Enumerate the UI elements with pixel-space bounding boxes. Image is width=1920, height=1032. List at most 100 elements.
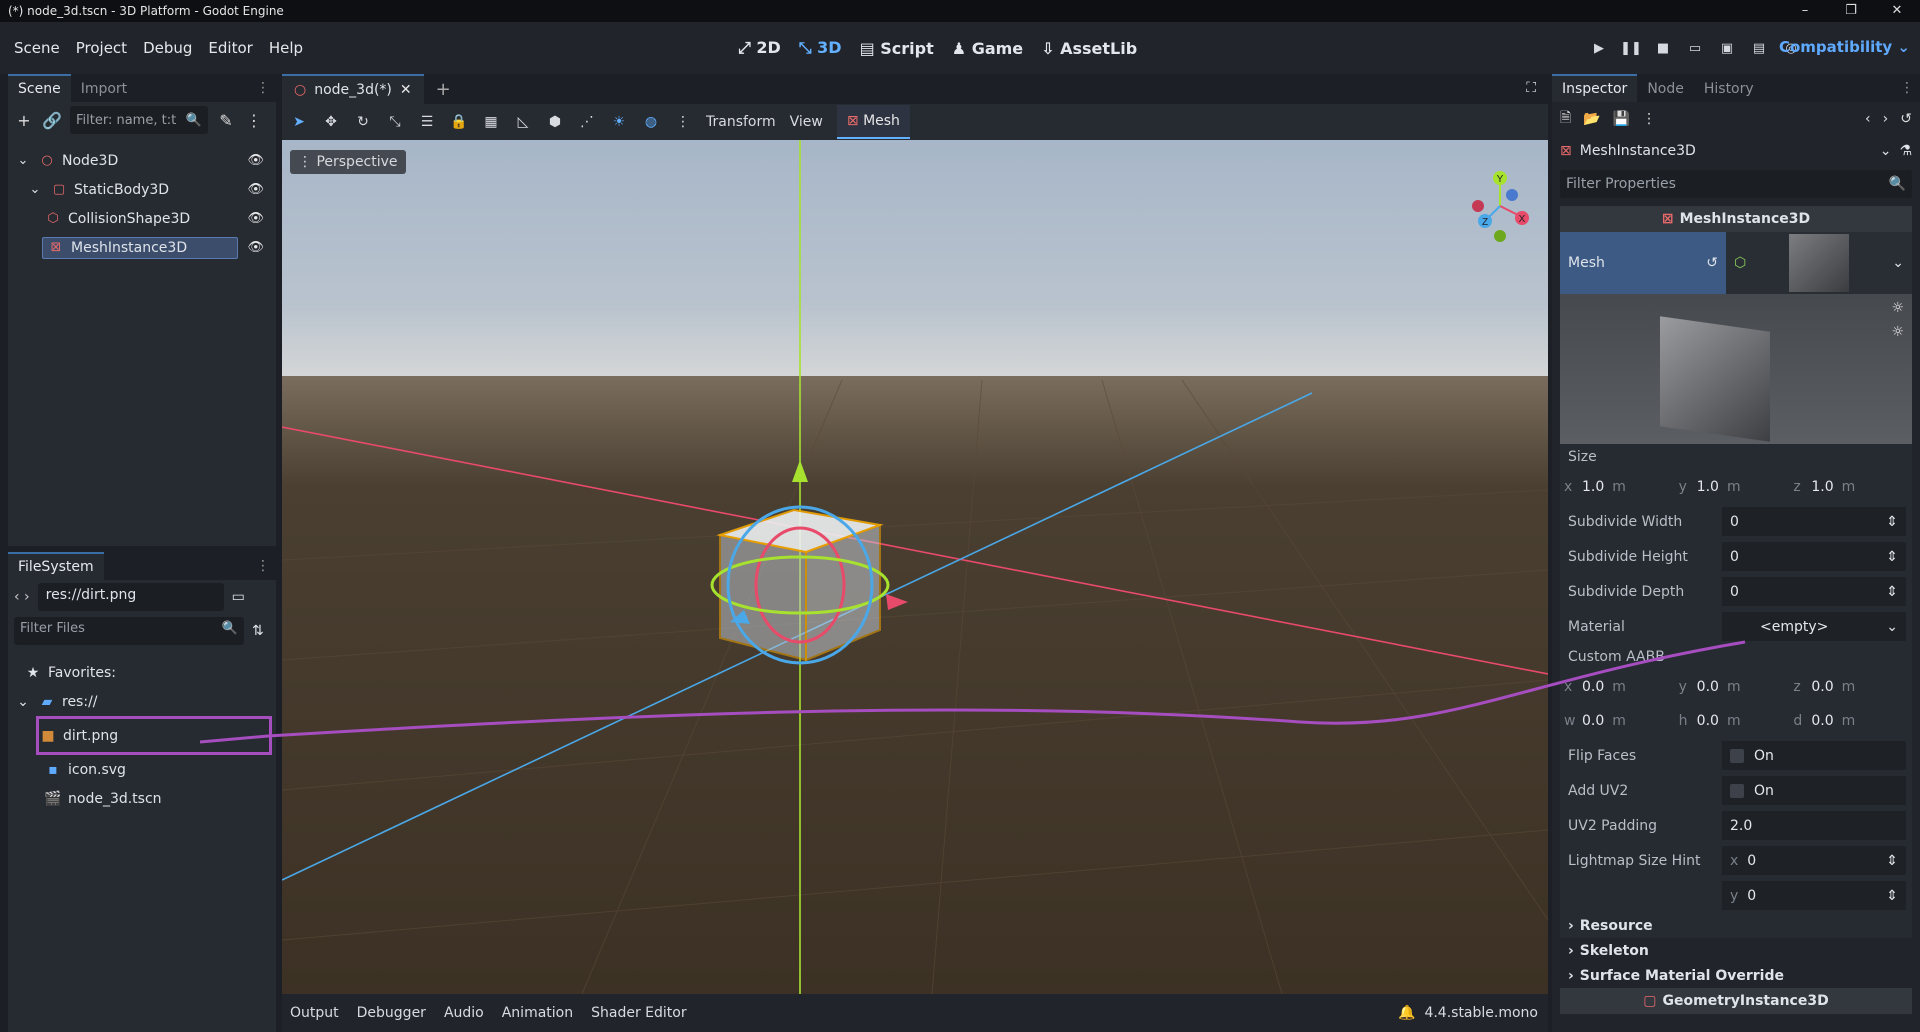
tab-import[interactable]: Import [71, 76, 137, 102]
play-scene-icon[interactable]: ▣ [1716, 41, 1738, 56]
tab-debugger[interactable]: Debugger [357, 1005, 426, 1021]
split-view-icon[interactable]: ▭ [232, 589, 245, 605]
aabb-x-field[interactable]: x 0.0 m [1564, 679, 1679, 695]
scene-dock-menu-icon[interactable]: ⋮ [256, 80, 270, 96]
tree-item-staticbody3d[interactable]: ⌄ ▢ StaticBody3D 👁 [8, 175, 276, 204]
aabb-z-field[interactable]: z 0.0 m [1793, 679, 1908, 695]
chevron-down-icon[interactable]: ⌄ [14, 153, 32, 168]
new-resource-icon[interactable]: 🗎 [1560, 107, 1571, 131]
aabb-y-field[interactable]: y 0.0 m [1679, 679, 1794, 695]
distraction-free-icon[interactable]: ⛶ [1526, 80, 1536, 96]
group-icon[interactable]: ▦ [482, 114, 500, 130]
selected-cube[interactable] [716, 508, 884, 662]
favorites-item[interactable]: ★ Favorites: [8, 658, 276, 687]
tab-inspector[interactable]: Inspector [1552, 74, 1638, 102]
scale-tool-icon[interactable]: ⤡ [386, 114, 404, 130]
lock-icon[interactable]: 🔒 [450, 114, 468, 130]
save-icon[interactable]: 💾 [1613, 111, 1630, 127]
nav-back-forward-icon[interactable]: ‹ › [14, 589, 30, 605]
lightmap-x-spinbox[interactable]: x 0 ⇕ [1722, 846, 1906, 875]
sun-preview-icon[interactable]: ☀ [610, 114, 628, 130]
history-forward-icon[interactable]: › [1883, 111, 1889, 127]
pause-icon[interactable]: ❚❚ [1620, 41, 1642, 56]
scene-filter-input[interactable]: Filter: name, t:t 🔍 [70, 106, 208, 134]
perspective-menu[interactable]: ⋮ Perspective [290, 150, 406, 174]
visibility-eye-icon[interactable]: 👁 [247, 240, 264, 255]
size-x-field[interactable]: x 1.0 m [1564, 479, 1679, 495]
tab-scene[interactable]: Scene [8, 74, 71, 102]
close-window-button[interactable]: ✕ [1874, 0, 1920, 22]
new-scene-tab-icon[interactable]: + [424, 79, 463, 100]
toolbar-more-icon[interactable]: ⋮ [674, 114, 692, 130]
geometryinstance3d-section-header[interactable]: ▢ GeometryInstance3D [1560, 988, 1912, 1014]
doc-help-icon[interactable]: ⚗ [1899, 143, 1912, 159]
visibility-eye-icon[interactable]: 👁 [247, 211, 264, 226]
file-item-dirt-png[interactable]: ■ dirt.png [36, 716, 272, 755]
maximize-button[interactable]: ❐ [1828, 0, 1874, 22]
size-z-field[interactable]: z 1.0 m [1793, 479, 1908, 495]
revert-icon[interactable]: ↺ [1706, 255, 1718, 271]
aabb-w-field[interactable]: w 0.0 m [1564, 713, 1679, 729]
environment-preview-icon[interactable]: ◍ [642, 114, 660, 130]
aabb-h-field[interactable]: h 0.0 m [1679, 713, 1794, 729]
list-select-icon[interactable]: ☰ [418, 114, 436, 130]
play-custom-scene-icon[interactable]: ▤ [1748, 41, 1770, 56]
skeleton-section[interactable]: › Skeleton [1560, 938, 1912, 963]
material-picker[interactable]: <empty> ⌄ [1722, 612, 1906, 641]
light-1-icon[interactable]: ☼ [1891, 300, 1904, 316]
inspector-menu-icon[interactable]: ⋮ [1900, 80, 1914, 96]
object-history-icon[interactable]: ↺ [1900, 111, 1912, 127]
snap-icon[interactable]: ⋰ [578, 114, 596, 130]
close-icon[interactable]: ✕ [400, 82, 412, 98]
lightmap-y-spinbox[interactable]: y 0 ⇕ [1722, 881, 1906, 910]
y-move-arrow[interactable] [792, 460, 808, 482]
add-uv2-checkbox[interactable]: On [1722, 776, 1906, 805]
minimize-button[interactable]: – [1782, 0, 1828, 22]
subdivide-height-spinbox[interactable]: 0 ⇕ [1722, 542, 1906, 571]
menu-view[interactable]: View [790, 114, 823, 130]
stop-icon[interactable]: ■ [1652, 41, 1674, 56]
bell-icon[interactable]: 🔔 [1398, 1005, 1415, 1021]
tab-audio[interactable]: Audio [444, 1005, 484, 1021]
surface-material-override-section[interactable]: › Surface Material Override [1560, 963, 1912, 988]
mode-assetlib-button[interactable]: ⇩ AssetLib [1041, 39, 1137, 58]
tab-node[interactable]: Node [1637, 76, 1694, 102]
tab-animation[interactable]: Animation [502, 1005, 573, 1021]
tree-item-node3d[interactable]: ⌄ ○ Node3D 👁 [8, 146, 276, 175]
ruler-icon[interactable]: ◺ [514, 114, 532, 130]
menu-help[interactable]: Help [261, 39, 311, 57]
view-gizmo[interactable]: Y X Z [1472, 171, 1529, 242]
mode-script-button[interactable]: ▤ Script [860, 39, 934, 58]
link-icon[interactable]: 🔗 [42, 111, 62, 130]
file-item-node3d-tscn[interactable]: 🎬 node_3d.tscn [8, 784, 276, 813]
resource-section[interactable]: › Resource [1560, 913, 1912, 938]
uv2-padding-slider[interactable]: 2.0 [1722, 811, 1906, 840]
x-move-arrow[interactable] [886, 594, 908, 610]
file-item-icon-svg[interactable]: ▪ icon.svg [8, 755, 276, 784]
chevron-down-icon[interactable]: ⌄ [26, 182, 44, 197]
play-icon[interactable]: ▶ [1588, 41, 1610, 56]
visibility-eye-icon[interactable]: 👁 [247, 182, 264, 197]
object-selector[interactable]: MeshInstance3D ⌄ [1580, 143, 1892, 159]
light-2-icon[interactable]: ☼ [1891, 324, 1904, 340]
chevron-down-icon[interactable]: ⌄ [1892, 255, 1904, 271]
tree-item-meshinstance3d[interactable]: ⊠ MeshInstance3D 👁 [8, 233, 276, 262]
open-folder-icon[interactable]: 📂 [1583, 111, 1600, 127]
mode-game-button[interactable]: ♟ Game [952, 39, 1023, 58]
subdivide-width-spinbox[interactable]: 0 ⇕ [1722, 507, 1906, 536]
filesystem-menu-icon[interactable]: ⋮ [256, 558, 270, 574]
mode-2d-button[interactable]: ⤢ 2D [738, 38, 781, 58]
tab-history[interactable]: History [1694, 76, 1764, 102]
menu-mesh[interactable]: ⊠ Mesh [836, 105, 910, 139]
inspector-more-icon[interactable]: ⋮ [1642, 111, 1656, 127]
menu-editor[interactable]: Editor [200, 39, 260, 57]
scene-more-icon[interactable]: ⋮ [244, 111, 264, 130]
mesh-resource-picker[interactable]: ⬡ ⌄ [1726, 232, 1912, 294]
mesh-preview[interactable]: ☼ ☼ [1560, 294, 1912, 444]
tree-item-collisionshape3d[interactable]: ⬡ CollisionShape3D 👁 [8, 204, 276, 233]
remote-debug-icon[interactable]: ▭ [1684, 41, 1706, 56]
size-y-field[interactable]: y 1.0 m [1679, 479, 1794, 495]
renderer-select[interactable]: Compatibility ⌄ [1779, 38, 1910, 56]
filter-files-input[interactable]: Filter Files 🔍 [14, 617, 244, 645]
menu-debug[interactable]: Debug [135, 39, 200, 57]
